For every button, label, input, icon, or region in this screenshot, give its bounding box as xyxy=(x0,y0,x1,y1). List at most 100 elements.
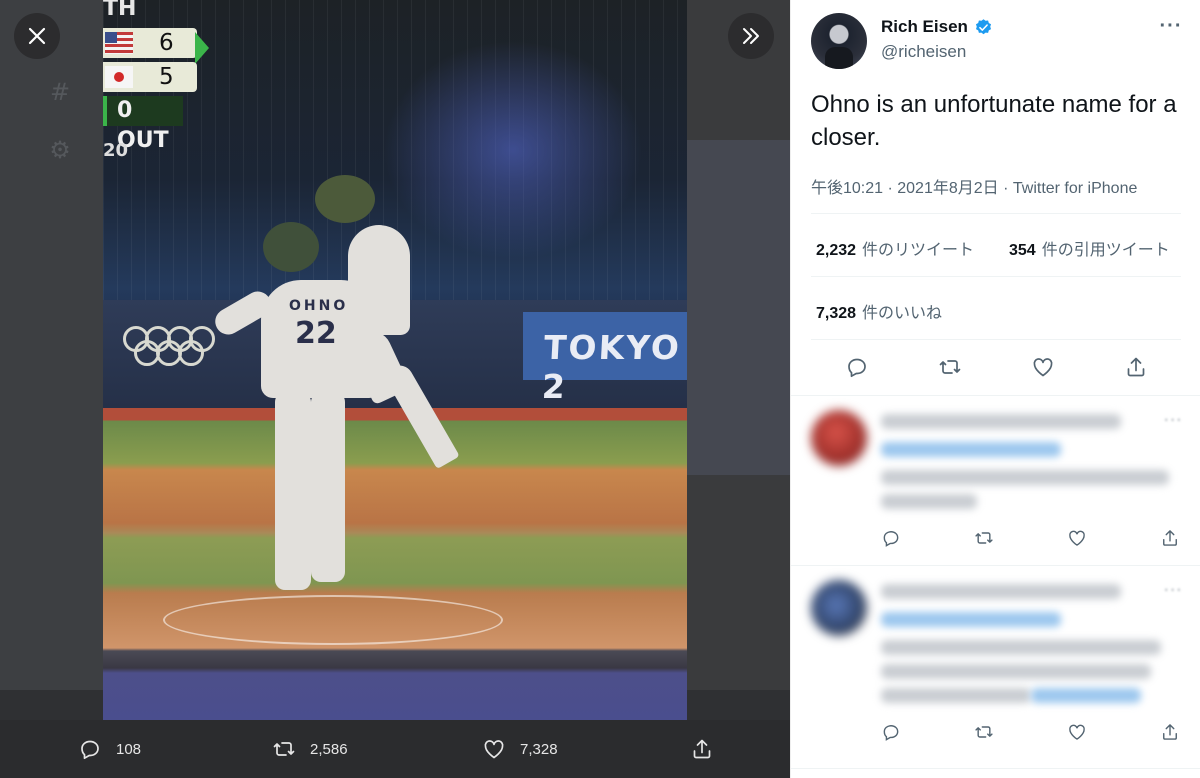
reply-more-icon[interactable]: ··· xyxy=(1164,412,1183,430)
retweets-count: 2,232 xyxy=(816,242,857,259)
reply-more-icon[interactable]: ··· xyxy=(1164,582,1183,600)
reply-mention-blurred xyxy=(881,612,1061,627)
tweet-text: Ohno is an unfortunate name for a closer… xyxy=(811,91,1177,151)
reply-text-blurred xyxy=(881,640,1161,655)
reply-button[interactable] xyxy=(845,355,871,381)
photo-stadium-light xyxy=(383,40,643,260)
share-icon xyxy=(1127,357,1145,377)
media-reply-button[interactable]: 108 xyxy=(78,720,141,778)
reply-mention-blurred xyxy=(881,442,1061,457)
heart-icon xyxy=(1069,530,1085,546)
scoreboard-row-jpn: 5 xyxy=(103,62,197,92)
photo-scoreboard: TH 6 5 0 OUT 20 xyxy=(103,0,213,161)
japan-flag-icon xyxy=(105,66,133,88)
quotes-stat[interactable]: 354 件の引用ツイート xyxy=(1009,236,1170,260)
heart-icon xyxy=(1033,358,1053,377)
chevron-double-right-icon xyxy=(743,28,759,44)
media-retweet-count: 2,586 xyxy=(310,740,348,758)
divider xyxy=(811,339,1181,340)
reply-reply-button[interactable] xyxy=(881,528,903,550)
settings-gear-icon: ⚙ xyxy=(49,136,71,164)
scoreboard-score-jpn: 5 xyxy=(159,64,174,90)
photo-pitcher-leg xyxy=(275,392,311,590)
reply-retweet-button[interactable] xyxy=(974,528,996,550)
reply-author-blurred xyxy=(881,584,1121,599)
likes-count: 7,328 xyxy=(816,305,857,322)
media-viewer: # ⚙ TOKYO 2 OHNO 22 TH 6 5 0 OUT 20 108 … xyxy=(0,0,790,778)
retweets-label: 件のリツイート xyxy=(862,242,975,259)
reply-tweet[interactable]: ··· xyxy=(791,396,1200,564)
scoreboard-inning: TH xyxy=(103,0,137,21)
media-like-count: 7,328 xyxy=(520,740,558,758)
retweet-icon xyxy=(975,726,993,738)
reply-reply-button[interactable] xyxy=(881,722,903,744)
reply-author-blurred xyxy=(881,414,1121,429)
share-icon xyxy=(1163,530,1177,546)
photo-ad-board-text: TOKYO 2 xyxy=(540,328,682,406)
reply-avatar[interactable] xyxy=(811,580,867,636)
divider xyxy=(791,768,1200,769)
divider xyxy=(811,276,1181,277)
likes-stat[interactable]: 7,328 件のいいね xyxy=(816,299,942,323)
more-options-icon[interactable]: ··· xyxy=(1159,14,1183,38)
media-reply-count: 108 xyxy=(116,740,142,758)
reply-avatar[interactable] xyxy=(811,410,867,466)
scoreboard-pitch-count: 20 xyxy=(103,140,129,161)
like-button[interactable] xyxy=(1031,355,1057,381)
share-icon xyxy=(693,739,711,759)
batting-arrow-icon xyxy=(195,32,209,64)
retweets-stat[interactable]: 2,232 件のリツイート xyxy=(816,236,974,260)
tweet-photo[interactable]: TOKYO 2 OHNO 22 TH 6 5 0 OUT 20 xyxy=(103,0,687,720)
reply-text-blurred xyxy=(881,688,1031,703)
close-button[interactable] xyxy=(14,13,60,59)
quotes-count: 354 xyxy=(1009,242,1036,259)
reply-share-button[interactable] xyxy=(1160,722,1182,744)
retweet-icon xyxy=(939,360,961,374)
hashtag-icon: # xyxy=(49,78,71,106)
media-retweet-button[interactable]: 2,586 xyxy=(272,720,348,778)
tweet-detail-panel: Rich Eisen @richeisen ··· Ohno is an unf… xyxy=(790,0,1200,778)
photo-runner-helmet xyxy=(315,175,375,223)
usa-flag-icon xyxy=(105,32,133,54)
tweet-media-viewer: # ⚙ TOKYO 2 OHNO 22 TH 6 5 0 OUT 20 108 … xyxy=(0,0,1200,778)
reply-mention-blurred xyxy=(1031,688,1141,703)
retweet-button[interactable] xyxy=(938,355,964,381)
media-share-button[interactable] xyxy=(690,720,728,778)
reply-icon xyxy=(883,725,899,741)
reply-icon xyxy=(81,740,99,760)
media-like-button[interactable]: 7,328 xyxy=(482,720,558,778)
reply-like-button[interactable] xyxy=(1067,528,1089,550)
photo-field xyxy=(103,408,687,720)
share-button[interactable] xyxy=(1124,355,1150,381)
heart-icon xyxy=(484,740,504,759)
photo-pitchers-mound xyxy=(163,595,503,645)
reply-like-button[interactable] xyxy=(1067,722,1089,744)
quotes-label: 件の引用ツイート xyxy=(1041,242,1170,259)
background-timeline xyxy=(687,140,790,475)
photo-jersey-name: OHNO xyxy=(289,298,349,314)
reply-tweet[interactable]: ··· xyxy=(791,566,1200,766)
reply-text-blurred xyxy=(881,494,977,509)
media-action-bar: 108 2,586 7,328 xyxy=(0,720,790,778)
close-icon xyxy=(28,27,46,45)
background-sidebar xyxy=(0,0,103,778)
divider xyxy=(811,213,1181,214)
photo-pitcher-cap xyxy=(263,222,319,272)
reply-share-button[interactable] xyxy=(1160,528,1182,550)
olympic-rings-logo xyxy=(123,322,233,372)
tweet-timestamp[interactable]: 午後10:21 · 2021年8月2日 · Twitter for iPhone xyxy=(811,174,1137,198)
verified-badge-icon xyxy=(975,19,992,35)
retweet-icon xyxy=(273,742,295,756)
expand-button[interactable] xyxy=(728,13,774,59)
author-name[interactable]: Rich Eisen xyxy=(881,17,968,37)
scoreboard-outs: 0 OUT xyxy=(103,96,183,153)
reply-text-blurred xyxy=(881,470,1169,485)
reply-icon xyxy=(848,358,866,378)
scoreboard-row-usa: 6 xyxy=(103,28,197,58)
heart-icon xyxy=(1069,724,1085,740)
likes-label: 件のいいね xyxy=(862,305,943,322)
author-avatar[interactable] xyxy=(811,13,867,69)
reply-icon xyxy=(883,531,899,547)
author-handle[interactable]: @richeisen xyxy=(881,42,966,62)
reply-retweet-button[interactable] xyxy=(974,722,996,744)
